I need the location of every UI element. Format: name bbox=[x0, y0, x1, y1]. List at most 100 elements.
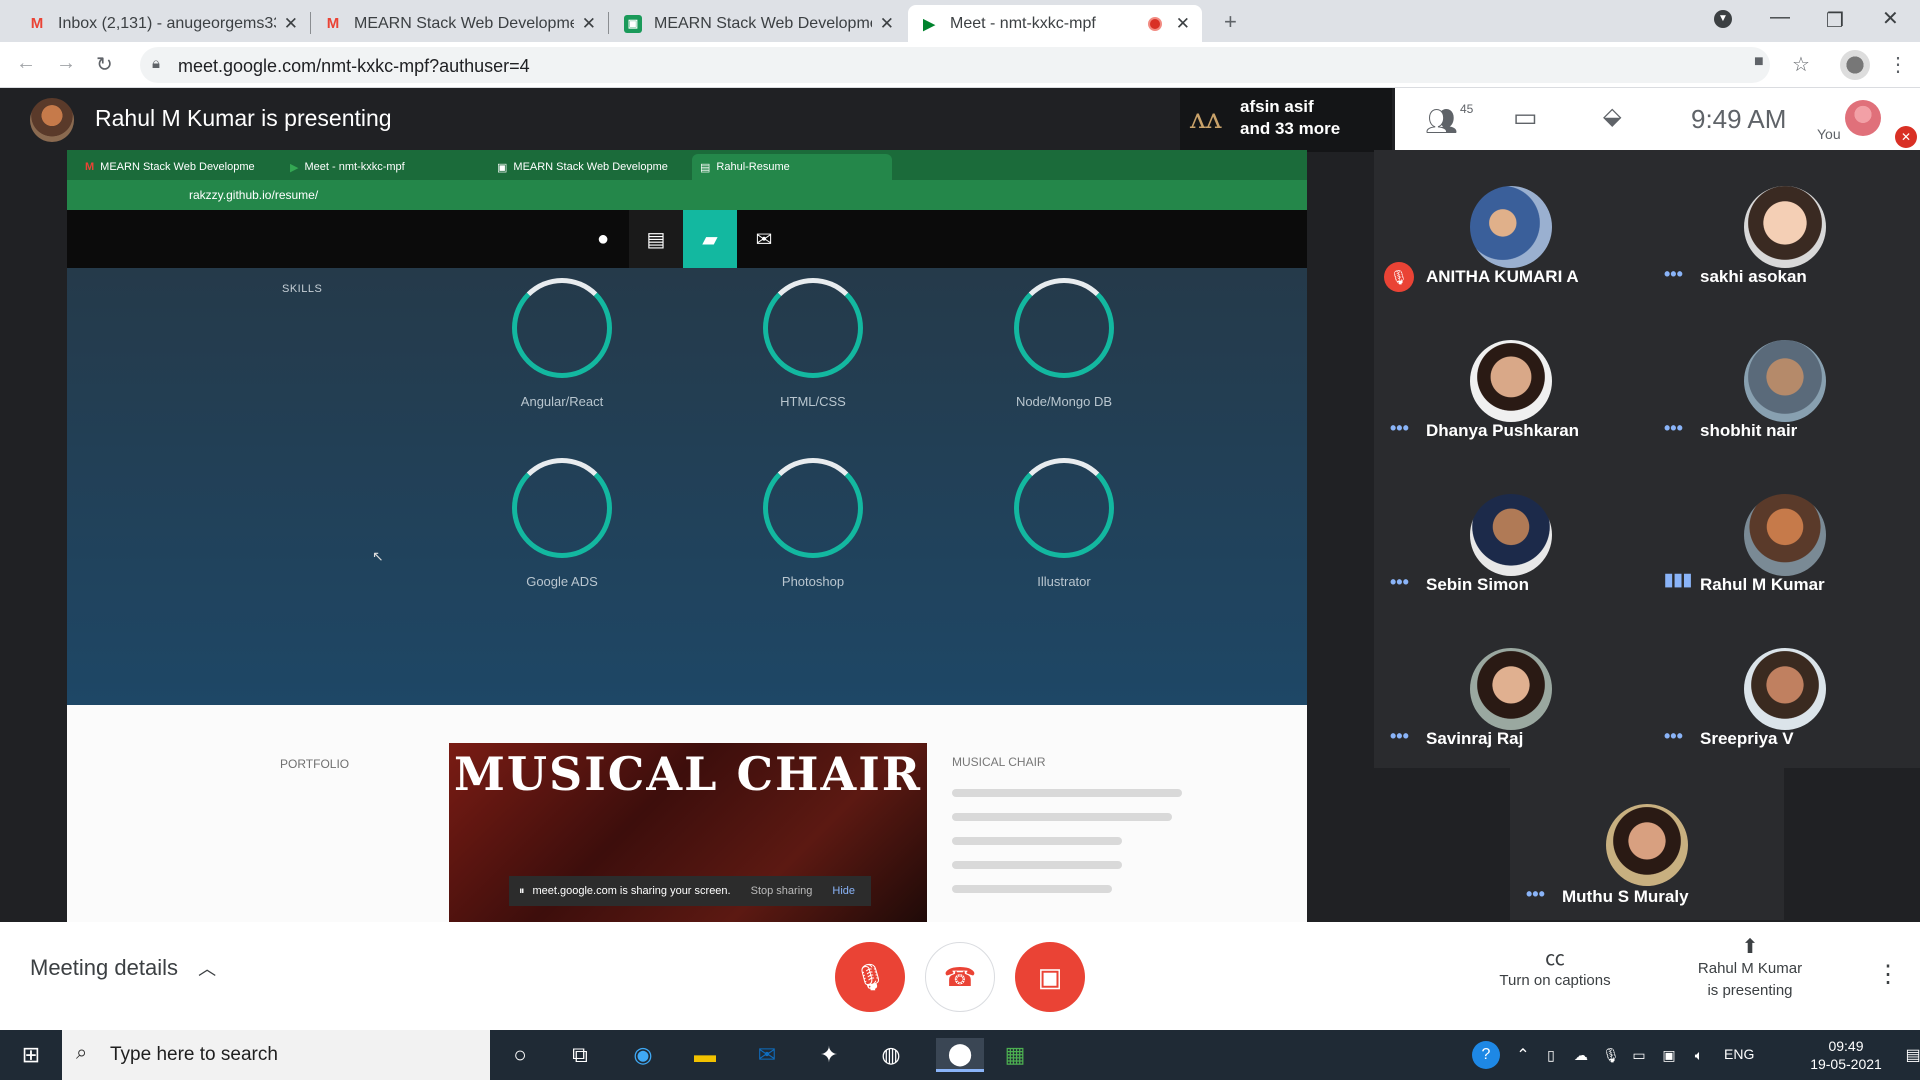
window-close-icon[interactable]: ✕ bbox=[1882, 6, 1899, 31]
more-options-icon[interactable]: ⋮ bbox=[1876, 960, 1900, 989]
blurred-text-line bbox=[952, 885, 1112, 893]
bookmark-star-icon[interactable]: ☆ bbox=[1792, 52, 1810, 77]
tab-search-icon[interactable]: ▼ bbox=[1714, 10, 1732, 28]
maximize-icon[interactable]: ❐ bbox=[1826, 8, 1844, 33]
app-icon[interactable]: ◍ bbox=[874, 1038, 908, 1072]
classroom-icon: ▣ bbox=[624, 14, 642, 33]
participant-avatar bbox=[1470, 648, 1552, 730]
notifications-icon[interactable]: ▤ bbox=[1896, 1038, 1920, 1072]
shared-screen: M MEARN Stack Web Developme ▶ Meet - nmt… bbox=[67, 150, 1307, 922]
close-icon[interactable]: ✕ bbox=[582, 14, 596, 34]
camera-off-button[interactable]: ▣ bbox=[1015, 942, 1085, 1012]
captions-button[interactable]: ㏄ Turn on captions bbox=[1470, 948, 1640, 992]
browser-tab-meet[interactable]: ▶ Meet - nmt-kxkc-mpf ✕ bbox=[908, 5, 1202, 42]
mic-off-icon: 🎙︎ bbox=[853, 961, 887, 992]
more-dots-icon[interactable]: ••• bbox=[1390, 572, 1409, 593]
skills-heading: SKILLS bbox=[282, 283, 323, 295]
close-icon[interactable]: ✕ bbox=[284, 14, 298, 34]
more-dots-icon[interactable]: ••• bbox=[1664, 264, 1683, 285]
participant-name: Dhanya Pushkaran bbox=[1426, 421, 1580, 440]
profile-avatar[interactable] bbox=[1840, 50, 1870, 80]
windows-start-icon[interactable]: ⊞ bbox=[14, 1038, 48, 1072]
blurred-text-line bbox=[952, 813, 1172, 821]
skill-label: Node/Mongo DB bbox=[1015, 394, 1113, 409]
taskbar-clock[interactable]: 09:49 19-05-2021 bbox=[1800, 1037, 1892, 1073]
activities-icon[interactable]: ⬙ bbox=[1603, 102, 1621, 131]
resume-favicon-icon: ▤ bbox=[700, 161, 711, 174]
people-icon[interactable]: 👥︎ bbox=[1425, 106, 1458, 137]
mic-off-button[interactable]: 🎙︎ bbox=[835, 942, 905, 1012]
cortana-icon[interactable]: ○ bbox=[503, 1038, 537, 1072]
volume-icon[interactable]: 🔈︎ bbox=[1682, 1038, 1716, 1072]
cloud-icon[interactable]: ☁ bbox=[1564, 1038, 1598, 1072]
camera-blocked-icon[interactable]: ■ bbox=[1754, 53, 1764, 71]
file-explorer-icon[interactable]: ▬ bbox=[688, 1038, 722, 1072]
more-dots-icon[interactable]: ••• bbox=[1664, 726, 1683, 747]
portfolio-heading: PORTFOLIO bbox=[280, 757, 350, 771]
mail-icon[interactable]: ✉ bbox=[750, 1038, 784, 1072]
url-text: meet.google.com/nmt-kxkc-mpf?authuser=4 bbox=[178, 56, 530, 76]
document-icon: ▤ bbox=[629, 210, 683, 268]
screen-share-bar: ⏸ meet.google.com is sharing your screen… bbox=[509, 876, 871, 906]
menu-kebab-icon[interactable]: ⋮ bbox=[1888, 52, 1908, 77]
blurred-text-line bbox=[952, 861, 1122, 869]
battery-icon[interactable]: ▭ bbox=[1622, 1038, 1656, 1072]
close-icon[interactable]: ✕ bbox=[880, 14, 894, 34]
omnibox[interactable]: 🔒︎ meet.google.com/nmt-kxkc-mpf?authuser… bbox=[140, 47, 1810, 83]
more-dots-icon[interactable]: ••• bbox=[1664, 418, 1683, 439]
browser-tab-mearn-1[interactable]: M MEARN Stack Web Development ✕ bbox=[312, 5, 608, 42]
skill-label: Illustrator bbox=[1037, 574, 1091, 589]
calculator-icon[interactable]: ▦ bbox=[998, 1038, 1032, 1072]
dropbox-icon[interactable]: ✦ bbox=[812, 1038, 846, 1072]
self-avatar[interactable] bbox=[1845, 100, 1881, 136]
participant-name: Savinraj Raj bbox=[1426, 729, 1524, 748]
chrome-icon[interactable]: ⬤ bbox=[936, 1038, 984, 1072]
close-icon[interactable]: ✕ bbox=[1176, 14, 1190, 34]
skill-ring bbox=[1014, 458, 1114, 558]
more-dots-icon[interactable]: ••• bbox=[1526, 884, 1545, 905]
more-dots-icon[interactable]: ••• bbox=[1390, 418, 1409, 439]
forward-icon[interactable]: → bbox=[56, 52, 76, 75]
minimize-icon[interactable]: — bbox=[1770, 6, 1790, 29]
shared-tab-title: MEARN Stack Web Developme bbox=[513, 161, 668, 173]
tray-app-icon[interactable]: ▯ bbox=[1534, 1038, 1568, 1072]
mouse-cursor-icon: ↖ bbox=[372, 548, 384, 564]
taskbar-search-box[interactable]: ⌕ Type here to search bbox=[62, 1030, 490, 1080]
resume-nav: ● ▤ ▰ ✉ bbox=[67, 210, 1307, 268]
skill-label: HTML/CSS bbox=[780, 394, 846, 409]
blurred-text-line bbox=[952, 789, 1182, 797]
shared-tab-title: Meet - nmt-kxkc-mpf bbox=[304, 161, 405, 173]
back-icon[interactable]: ← bbox=[16, 52, 36, 75]
raised-hand-notification[interactable]: ᴧᴧ afsin asif and 33 more bbox=[1180, 88, 1392, 152]
share-bar-text: meet.google.com is sharing your screen. bbox=[532, 885, 731, 897]
raised-hand-name: afsin asif bbox=[1240, 97, 1314, 116]
help-icon[interactable]: ? bbox=[1472, 1041, 1500, 1069]
reload-icon[interactable]: ↻ bbox=[96, 52, 113, 77]
skill-label: Photoshop bbox=[781, 574, 845, 589]
participant-avatar bbox=[1470, 186, 1552, 268]
more-dots-icon[interactable]: ••• bbox=[1390, 726, 1409, 747]
meeting-details-button[interactable]: Meeting details ︿ bbox=[30, 955, 216, 981]
network-icon[interactable]: ▣ bbox=[1652, 1038, 1686, 1072]
shared-tab-meet: ▶ Meet - nmt-kxkc-mpf bbox=[282, 154, 472, 180]
chat-icon[interactable]: ▭ bbox=[1513, 102, 1538, 133]
presenter-banner: Rahul M Kumar is presenting bbox=[95, 105, 392, 131]
edge-icon[interactable]: ◉ bbox=[626, 1038, 660, 1072]
presenting-button[interactable]: ⬆ Rahul M Kumar is presenting bbox=[1680, 936, 1820, 1002]
browser-tab-inbox[interactable]: M Inbox (2,131) - anugeorgems333 ✕ bbox=[16, 5, 310, 42]
language-indicator[interactable]: ENG bbox=[1724, 1046, 1754, 1062]
you-label: You bbox=[1817, 126, 1841, 142]
project-title: MUSICAL CHAIR bbox=[952, 755, 1046, 769]
self-muted-icon: ✕ bbox=[1895, 126, 1917, 148]
new-tab-icon[interactable]: + bbox=[1224, 9, 1237, 35]
shared-tab-mearn: M MEARN Stack Web Developme bbox=[77, 154, 277, 180]
lock-icon[interactable]: 🔒︎ bbox=[152, 55, 160, 72]
tab-title: MEARN Stack Web Development bbox=[654, 14, 872, 32]
task-view-icon[interactable]: ⧉ bbox=[563, 1038, 597, 1072]
browser-tab-mearn-2[interactable]: ▣ MEARN Stack Web Development ✕ bbox=[612, 5, 906, 42]
search-icon: ⌕ bbox=[76, 1042, 88, 1064]
participant-avatar bbox=[1606, 804, 1688, 886]
meet-controls-bar: Meeting details ︿ 🎙︎ ☎︎ ▣ ㏄ Turn on capt… bbox=[0, 922, 1920, 1030]
leave-call-button[interactable]: ☎︎ bbox=[925, 942, 995, 1012]
afsin-avatar-logo: ᴧᴧ bbox=[1190, 102, 1222, 135]
